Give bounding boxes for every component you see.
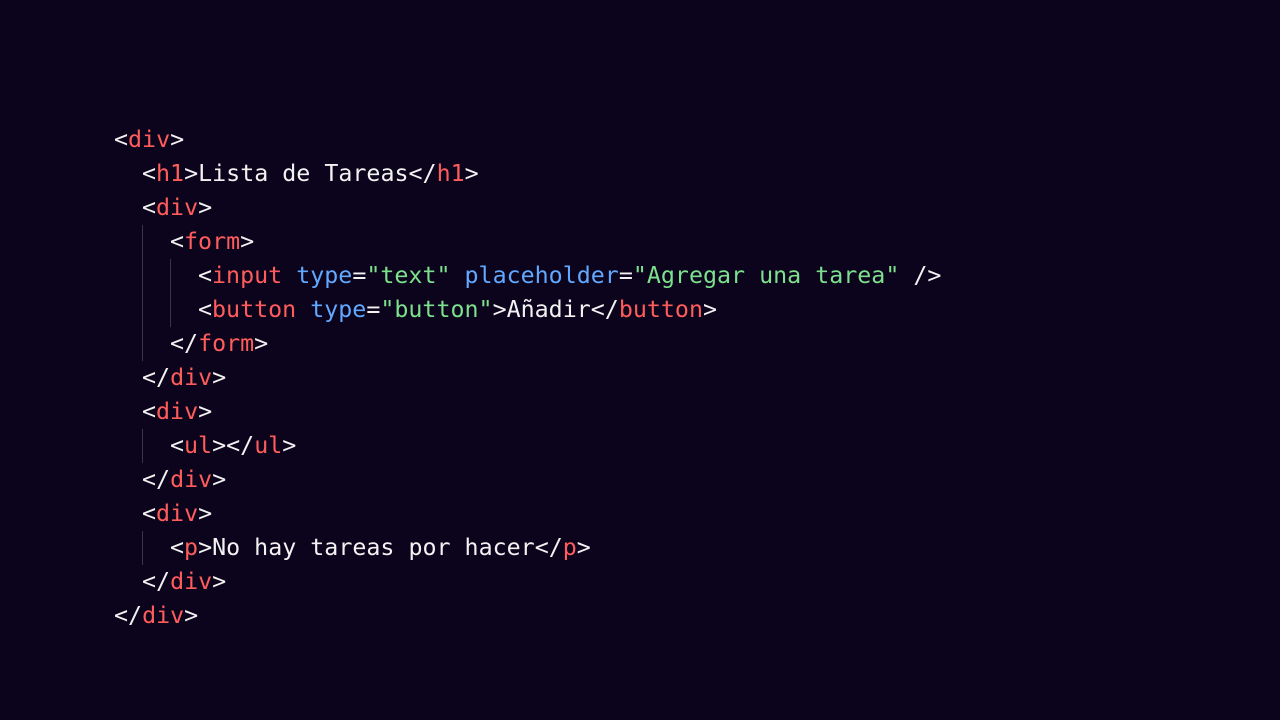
code-token-tag: div bbox=[170, 364, 213, 391]
code-token-punctuation: < bbox=[142, 160, 157, 187]
code-token-punctuation: > bbox=[184, 160, 199, 187]
indent-guide bbox=[170, 293, 171, 327]
code-token-punctuation: < bbox=[142, 500, 157, 527]
code-line[interactable]: <p>No hay tareas por hacer</p> bbox=[114, 531, 941, 565]
code-token-tag: p bbox=[184, 534, 199, 561]
code-token-punctuation: < bbox=[170, 432, 185, 459]
code-token-punctuation: = bbox=[352, 262, 367, 289]
code-line[interactable]: </div> bbox=[114, 463, 941, 497]
code-token-punctuation: > bbox=[198, 398, 213, 425]
code-token-punctuation: > bbox=[170, 126, 185, 153]
code-token-tag: p bbox=[562, 534, 577, 561]
indent-guide bbox=[142, 225, 143, 259]
code-line[interactable]: <div> bbox=[114, 123, 941, 157]
code-editor[interactable]: <div> <h1>Lista de Tareas</h1> <div> <form>… bbox=[0, 0, 1280, 720]
code-token-punctuation: > bbox=[212, 364, 227, 391]
indent-guide bbox=[142, 327, 143, 361]
code-line[interactable]: <div> bbox=[114, 191, 941, 225]
code-token-tag: div bbox=[142, 602, 185, 629]
code-token-tag: h1 bbox=[436, 160, 465, 187]
code-token-tag: button bbox=[212, 296, 297, 323]
code-token-text: Añadir bbox=[506, 296, 591, 323]
code-token-punctuation: > bbox=[212, 432, 227, 459]
code-token-punctuation: < bbox=[142, 398, 157, 425]
code-token-punctuation: > bbox=[492, 296, 507, 323]
code-token-punctuation: = bbox=[366, 296, 381, 323]
code-line[interactable]: <input type="text" placeholder="Agregar … bbox=[114, 259, 941, 293]
code-token-text: No hay tareas por hacer bbox=[212, 534, 535, 561]
code-token-tag: div bbox=[170, 568, 213, 595]
code-token-punctuation: > bbox=[702, 296, 718, 323]
code-block[interactable]: <div> <h1>Lista de Tareas</h1> <div> <form>… bbox=[114, 123, 941, 633]
indent-guide bbox=[142, 259, 143, 293]
code-line[interactable]: <div> bbox=[114, 497, 941, 531]
code-token-tag: form bbox=[184, 228, 241, 255]
code-token-text: Lista de Tareas bbox=[198, 160, 409, 187]
code-token-punctuation: > bbox=[464, 160, 479, 187]
code-line[interactable]: </div> bbox=[114, 599, 941, 633]
code-token-tag: div bbox=[156, 500, 199, 527]
code-token-punctuation: > bbox=[282, 432, 297, 459]
code-token-punctuation: = bbox=[618, 262, 633, 289]
indent-guide bbox=[142, 429, 143, 463]
code-token-tag: div bbox=[170, 466, 213, 493]
code-line[interactable]: <button type="button">Añadir</button> bbox=[114, 293, 941, 327]
code-token-string: "Agregar una tarea" bbox=[632, 262, 900, 289]
code-token-attribute: placeholder bbox=[464, 262, 619, 289]
code-token-attribute: type bbox=[310, 296, 367, 323]
code-token-punctuation: </ bbox=[408, 160, 437, 187]
code-token-tag: div bbox=[128, 126, 171, 153]
code-token-punctuation: < bbox=[142, 194, 157, 221]
code-token-punctuation: > bbox=[240, 228, 255, 255]
code-token-punctuation: > bbox=[212, 568, 227, 595]
code-token-string: "button" bbox=[380, 296, 493, 323]
code-token-punctuation: > bbox=[254, 330, 269, 357]
code-token-punctuation: </ bbox=[142, 364, 171, 391]
code-token-punctuation: /> bbox=[899, 262, 942, 289]
code-token-punctuation: > bbox=[198, 500, 213, 527]
indent-guide bbox=[170, 259, 171, 293]
code-token-tag: ul bbox=[254, 432, 283, 459]
code-token-punctuation: < bbox=[198, 296, 213, 323]
indent-guide bbox=[142, 531, 143, 565]
code-token-tag: form bbox=[198, 330, 255, 357]
code-token-punctuation: </ bbox=[142, 568, 171, 595]
code-line[interactable]: <div> bbox=[114, 395, 941, 429]
code-line[interactable]: <form> bbox=[114, 225, 941, 259]
code-line[interactable]: </div> bbox=[114, 361, 941, 395]
code-token-punctuation: > bbox=[576, 534, 591, 561]
code-token-punctuation: < bbox=[170, 534, 185, 561]
code-token-punctuation: </ bbox=[142, 466, 171, 493]
code-token-punctuation: < bbox=[198, 262, 213, 289]
code-token-punctuation: > bbox=[212, 466, 227, 493]
code-token-tag: div bbox=[156, 398, 199, 425]
code-token-tag: div bbox=[156, 194, 199, 221]
code-token-punctuation: < bbox=[114, 126, 129, 153]
code-token-tag: input bbox=[212, 262, 283, 289]
code-line[interactable]: </form> bbox=[114, 327, 941, 361]
code-token-punctuation: </ bbox=[170, 330, 199, 357]
code-token-tag: h1 bbox=[156, 160, 185, 187]
code-token-punctuation: > bbox=[198, 534, 213, 561]
code-token-punctuation: > bbox=[184, 602, 199, 629]
code-line[interactable]: <h1>Lista de Tareas</h1> bbox=[114, 157, 941, 191]
code-token-punctuation: </ bbox=[534, 534, 563, 561]
indent-guide bbox=[142, 293, 143, 327]
code-token-punctuation: </ bbox=[590, 296, 619, 323]
code-line[interactable]: <ul></ul> bbox=[114, 429, 941, 463]
code-token-punctuation: > bbox=[198, 194, 213, 221]
code-token-string: "text" bbox=[366, 262, 451, 289]
code-token-punctuation: </ bbox=[226, 432, 255, 459]
code-line[interactable]: </div> bbox=[114, 565, 941, 599]
code-token-tag: ul bbox=[184, 432, 213, 459]
code-token-tag: button bbox=[618, 296, 703, 323]
code-token-attribute: type bbox=[296, 262, 353, 289]
code-token-punctuation: </ bbox=[114, 602, 143, 629]
code-token-punctuation: < bbox=[170, 228, 185, 255]
